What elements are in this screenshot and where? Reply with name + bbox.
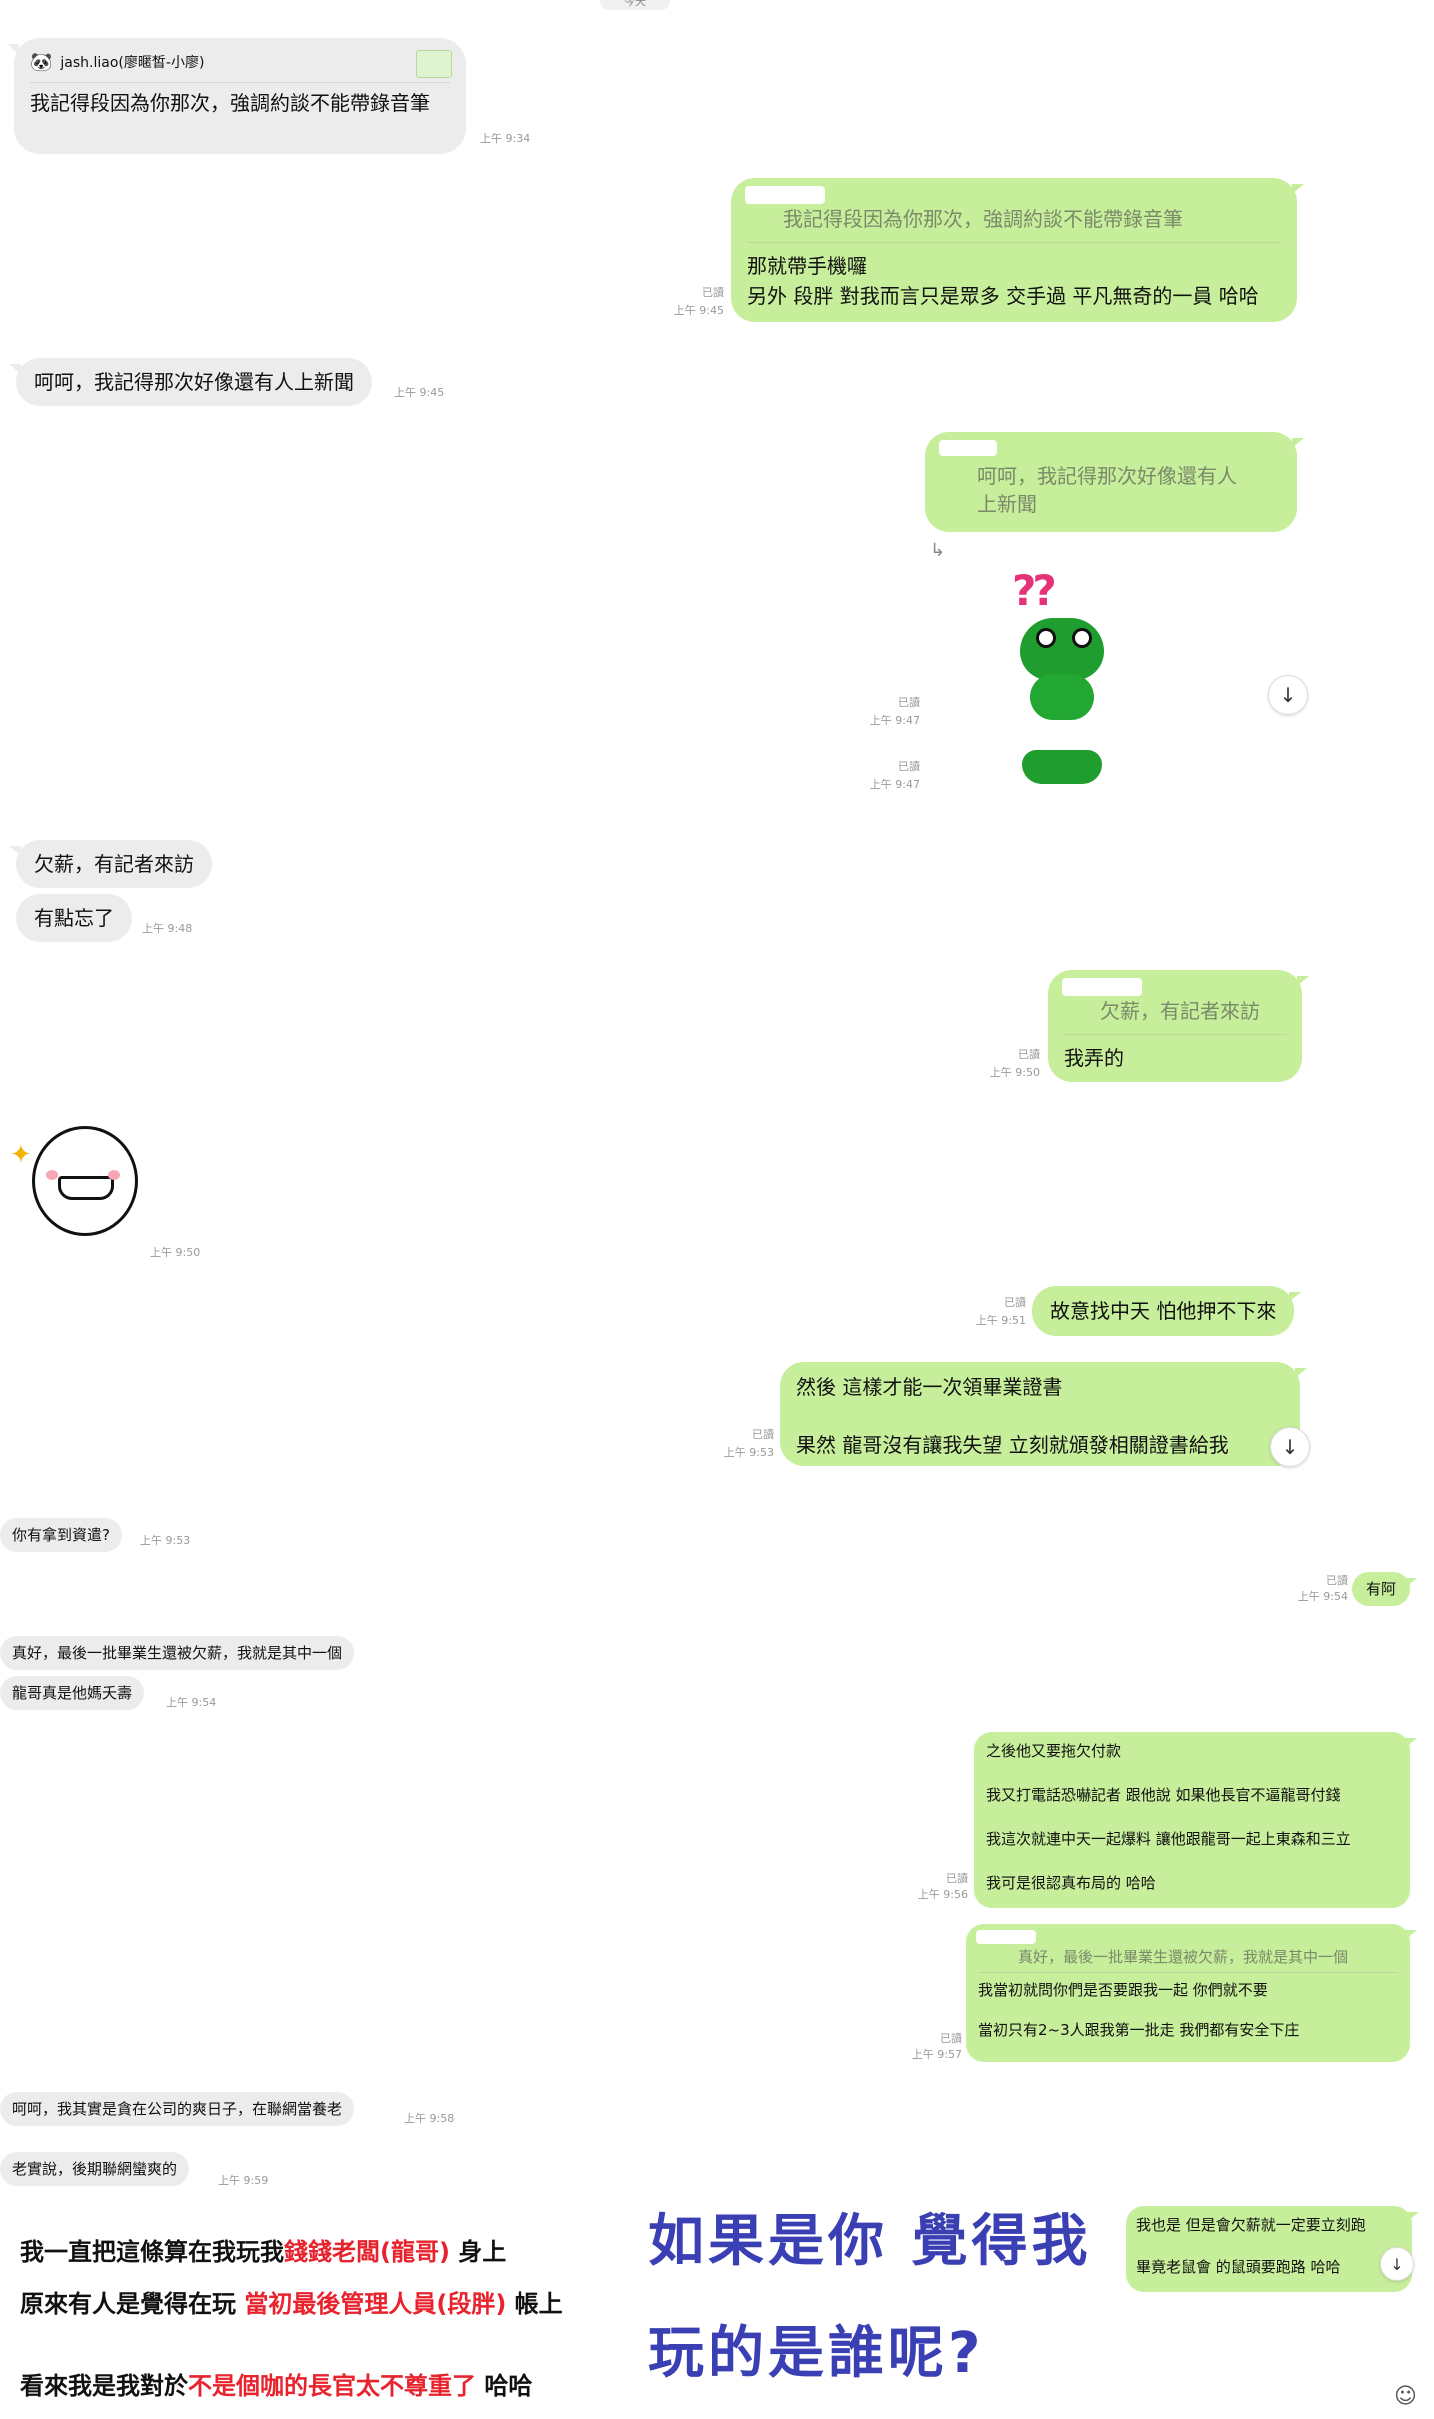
message-text-line: 畢竟老鼠會 的鼠頭要跑路 哈哈 [1136,2258,1341,2276]
message-text: 我記得段因為你那次，強調約談不能帶錄音筆 [30,91,430,115]
message-text-line: 果然 龍哥沒有讓我失望 立刻就頒發相關證書給我 [796,1433,1229,1457]
message-bubble-outgoing[interactable]: 有阿 [1352,1572,1418,1606]
sparkle-icon: ✦ [10,1140,32,1170]
redacted-name [976,1930,1036,1944]
message-text: 我弄的 [1064,1046,1124,1070]
redacted-name [745,186,825,204]
message-bubble-incoming[interactable]: 老實說，後期聯網蠻爽的 [0,2152,190,2186]
scroll-down-button[interactable]: ↓ [1380,2247,1414,2281]
message-bubble-incoming[interactable]: 欠薪，有記者來訪 [9,840,212,888]
message-text-line: 我又打電話恐嚇記者 跟他說 如果他長官不逼龍哥付錢 [986,1786,1341,1804]
message-bubble-incoming[interactable]: 真好，最後一批畢業生還被欠薪，我就是其中一個 [0,1636,355,1670]
message-bubble-outgoing[interactable]: 我記得段因為你那次，強調約談不能帶錄音筆 那就帶手機囉 另外 段胖 對我而言只是… [731,178,1304,322]
read-receipt: 已讀 [1326,1574,1348,1587]
highlight-text: 不是個咖的長官太不尊重了 [188,2372,476,2400]
message-text-line: 之後他又要拖欠付款 [986,1742,1122,1760]
redacted-name [939,440,997,456]
emoji-button[interactable]: ☺ [1394,2384,1417,2409]
attachment-icon [416,50,452,78]
message-text-line: 我當初就問你們是否要跟我一起 你們就不要 [978,1981,1268,1999]
timestamp: 上午 9:54 [166,1696,217,1709]
scroll-down-button[interactable]: ↓ [1270,1427,1310,1467]
annotation-line: 看來我是我對於不是個咖的長官太不尊重了 哈哈 [20,2372,533,2400]
message-bubble-incoming[interactable]: 有點忘了 [16,894,132,942]
timestamp: 上午 9:47 [869,778,920,791]
message-bubble-outgoing[interactable]: 欠薪，有記者來訪 我弄的 [1048,970,1309,1082]
message-text-line: 當初只有2~3人跟我第一批走 我們都有安全下庄 [978,2021,1300,2039]
message-bubble-incoming[interactable]: 你有拿到資遣? [0,1518,122,1552]
frog-eye-icon [1036,628,1056,648]
frog-body-icon [1030,674,1094,720]
timestamp: 上午 9:50 [150,1246,201,1259]
quoted-text: 欠薪，有記者來訪 [1100,999,1260,1023]
teeth-icon [58,1176,114,1200]
message-bubble-outgoing[interactable]: 真好，最後一批畢業生還被欠薪，我就是其中一個 我當初就問你們是否要跟我一起 你們… [966,1924,1417,2062]
message-bubble-outgoing[interactable]: 呵呵，我記得那次好像還有人 上新聞 [925,432,1304,532]
quoted-text: 真好，最後一批畢業生還被欠薪，我就是其中一個 [1018,1948,1349,1966]
timestamp: 上午 9:59 [218,2174,269,2187]
timestamp: 上午 9:53 [140,1534,191,1547]
frog-sticker[interactable] [1022,746,1102,788]
read-receipt: 已讀 [1004,1296,1026,1309]
timestamp: 上午 9:51 [975,1314,1026,1327]
message-text-line: 我這次就連中天一起爆料 讓他跟龍哥一起上東森和三立 [986,1830,1351,1848]
message-text-line: 另外 段胖 對我而言只是眾多 交手過 平凡無奇的一員 哈哈 [747,284,1259,308]
read-receipt: 已讀 [898,696,920,709]
message-bubble-incoming[interactable]: 呵呵，我記得那次好像還有人上新聞 [9,358,372,406]
timestamp: 上午 9:34 [480,132,531,145]
panda-avatar-icon: 🐼 [30,52,53,73]
annotation-line: 原來有人是覺得在玩 當初最後管理人員(段胖) 帳上 [20,2290,563,2318]
timestamp: 上午 9:57 [911,2048,962,2061]
message-bubble-outgoing[interactable]: 之後他又要拖欠付款 我又打電話恐嚇記者 跟他說 如果他長官不逼龍哥付錢 我這次就… [974,1732,1417,1908]
sender-name: jash.liao(廖暱皙-小廖) [60,55,205,71]
read-receipt: 已讀 [1018,1048,1040,1061]
cheek-icon [46,1170,58,1180]
timestamp: 上午 9:50 [989,1066,1040,1079]
read-receipt: 已讀 [940,2032,962,2045]
highlight-text: 當初最後管理人員(段胖) [244,2290,507,2318]
question-line: 玩的是誰呢? [648,2321,985,2386]
question-marks: ?? [1012,566,1057,615]
read-receipt: 已讀 [898,760,920,773]
message-bubble-incoming[interactable]: 龍哥真是他媽夭壽 [0,1676,145,1710]
timestamp: 上午 9:45 [394,386,445,399]
timestamp: 上午 9:45 [673,304,724,317]
frog-sticker[interactable]: ?? [1000,566,1120,726]
message-text-line: 我也是 但是會欠薪就一定要立刻跑 [1136,2216,1366,2234]
quoted-text: 呵呵，我記得那次好像還有人 [977,464,1237,488]
timestamp: 上午 9:53 [723,1446,774,1459]
timestamp: 上午 9:47 [869,714,920,727]
frog-body-icon [1022,750,1102,784]
quoted-text: 我記得段因為你那次，強調約談不能帶錄音筆 [783,207,1183,231]
message-bubble-incoming[interactable]: 🐼 jash.liao(廖暱皙-小廖) 我記得段因為你那次，強調約談不能帶錄音筆 [7,38,466,154]
reply-arrow-icon: ↳ [930,540,946,561]
date-divider: 今天 [600,0,670,10]
read-receipt: 已讀 [702,286,724,299]
message-bubble-outgoing[interactable]: 然後 這樣才能一次領畢業證書 果然 龍哥沒有讓我失望 立刻就頒發相關證書給我 [780,1362,1307,1466]
read-receipt: 已讀 [752,1428,774,1441]
annotation-line: 我一直把這條算在我玩我錢錢老闆(龍哥) 身上 [20,2238,507,2266]
timestamp: 上午 9:56 [917,1888,968,1901]
redacted-name [1062,978,1142,996]
highlight-text: 錢錢老闆(龍哥) [284,2238,450,2266]
message-text-line: 我可是很認真布局的 哈哈 [986,1874,1156,1892]
scroll-down-button[interactable]: ↓ [1268,675,1308,715]
timestamp: 上午 9:58 [404,2112,455,2125]
message-text-line: 那就帶手機囉 [747,254,867,278]
quoted-text: 上新聞 [977,492,1037,516]
frog-eye-icon [1072,628,1092,648]
message-bubble-outgoing[interactable]: 故意找中天 怕他押不下來 [1032,1286,1302,1336]
message-bubble-incoming[interactable]: 呵呵，我其實是貪在公司的爽日子，在聯網當養老 [0,2092,355,2126]
message-text-line: 然後 這樣才能一次領畢業證書 [796,1375,1063,1399]
frog-head-icon [1020,618,1104,680]
read-receipt: 已讀 [946,1872,968,1885]
laughing-face-sticker[interactable]: ✦ [10,1120,140,1260]
message-bubble-outgoing[interactable]: 我也是 但是會欠薪就一定要立刻跑 畢竟老鼠會 的鼠頭要跑路 哈哈 [1126,2206,1419,2292]
timestamp: 上午 9:54 [1297,1590,1348,1603]
question-line: 如果是你 覺得我 [648,2209,1092,2274]
cheek-icon [108,1170,120,1180]
timestamp: 上午 9:48 [142,922,193,935]
